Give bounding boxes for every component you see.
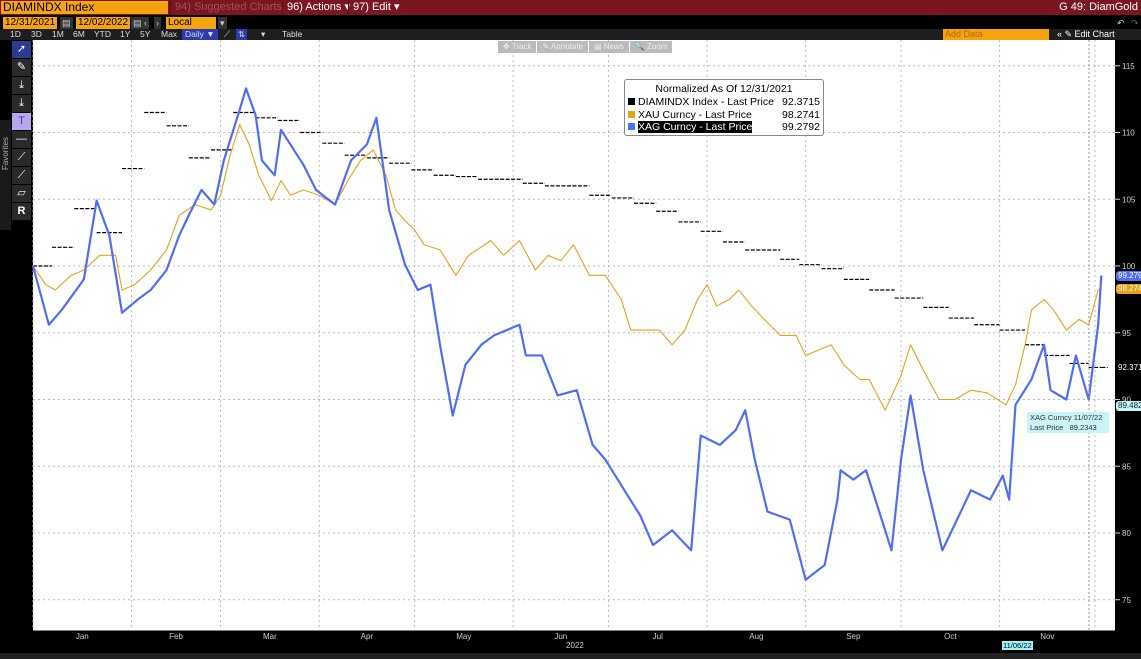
legend-title: Normalized As Of 12/31/2021 (655, 83, 793, 95)
last-price-marker: 89.4827 (1116, 401, 1141, 412)
xag-line[interactable] (31, 87, 1103, 581)
crosshair-tooltip: XAG Curncy 11/07/22 Last Price 89.2343 (1027, 412, 1109, 433)
y-tick-label: 75 (1122, 596, 1131, 605)
y-tick-label: 80 (1122, 529, 1131, 538)
swatch-icon (628, 123, 635, 130)
x-tick-label: Mar (263, 632, 277, 641)
x-tick-label: Apr (361, 632, 374, 641)
tooltip-line: Last Price 89.2343 (1030, 423, 1097, 432)
y-tick-label: 85 (1122, 462, 1131, 471)
last-price-marker: 92.3715 (1116, 362, 1141, 373)
cursor-date-label: 11/06/22 (1002, 641, 1033, 650)
legend-item-xau[interactable]: XAU Curncy - Last Price 98.2741 (628, 109, 820, 122)
swatch-icon (628, 98, 635, 105)
x-axis-year: 2022 (566, 641, 584, 650)
xau-line[interactable] (32, 123, 1102, 411)
track-button[interactable]: ✥ Track (498, 41, 537, 53)
chart-svg: 7580859095100105110115Jan Feb Mar Apr May Jun… (31, 40, 1136, 641)
y-tick-label: 105 (1122, 195, 1136, 204)
legend[interactable]: Normalized As Of 12/31/2021 DIAMINDX Ind… (624, 79, 824, 136)
y-tick-label: 115 (1122, 62, 1135, 71)
x-tick-label: Aug (749, 632, 763, 641)
x-tick-label: Jul (653, 632, 663, 641)
legend-value: 99.2792 (782, 121, 820, 133)
chart-tools: ✥ Track ✎ Annotate ▤ News 🔍 Zoom (498, 41, 673, 53)
x-tick-label: Jan (76, 632, 89, 641)
zoom-button[interactable]: 🔍 Zoom (629, 41, 673, 53)
y-tick-label: 100 (1122, 262, 1136, 271)
x-tick-label: Nov (1040, 632, 1054, 641)
last-price-marker: 99.2792 (1116, 270, 1141, 281)
news-button[interactable]: ▤ News (589, 41, 629, 53)
y-tick-label: 95 (1122, 329, 1131, 338)
legend-label: XAU Curncy - Last Price (638, 108, 752, 121)
last-price-marker: 98.2741 (1116, 284, 1141, 295)
x-tick-label: Oct (944, 632, 957, 641)
x-tick-label: May (456, 632, 471, 641)
legend-value: 98.2741 (782, 108, 820, 121)
x-tick-label: Jun (554, 632, 567, 641)
tooltip-line: XAG Curncy 11/07/22 (1030, 413, 1103, 422)
legend-item-diamindx[interactable]: DIAMINDX Index - Last Price 92.3715 (628, 96, 820, 109)
annotate-button[interactable]: ✎ Annotate (537, 41, 588, 53)
status-bar (0, 653, 1141, 659)
legend-label: DIAMINDX Index - Last Price (638, 96, 774, 108)
swatch-icon (628, 110, 635, 118)
y-tick-label: 110 (1122, 129, 1135, 138)
legend-item-xag[interactable]: XAG Curncy - Last Price 99.2792 (628, 121, 820, 134)
legend-label: XAG Curncy - Last Price (638, 121, 753, 133)
x-tick-label: Sep (846, 632, 861, 641)
legend-value: 92.3715 (782, 96, 820, 108)
x-tick-label: Feb (169, 632, 183, 641)
